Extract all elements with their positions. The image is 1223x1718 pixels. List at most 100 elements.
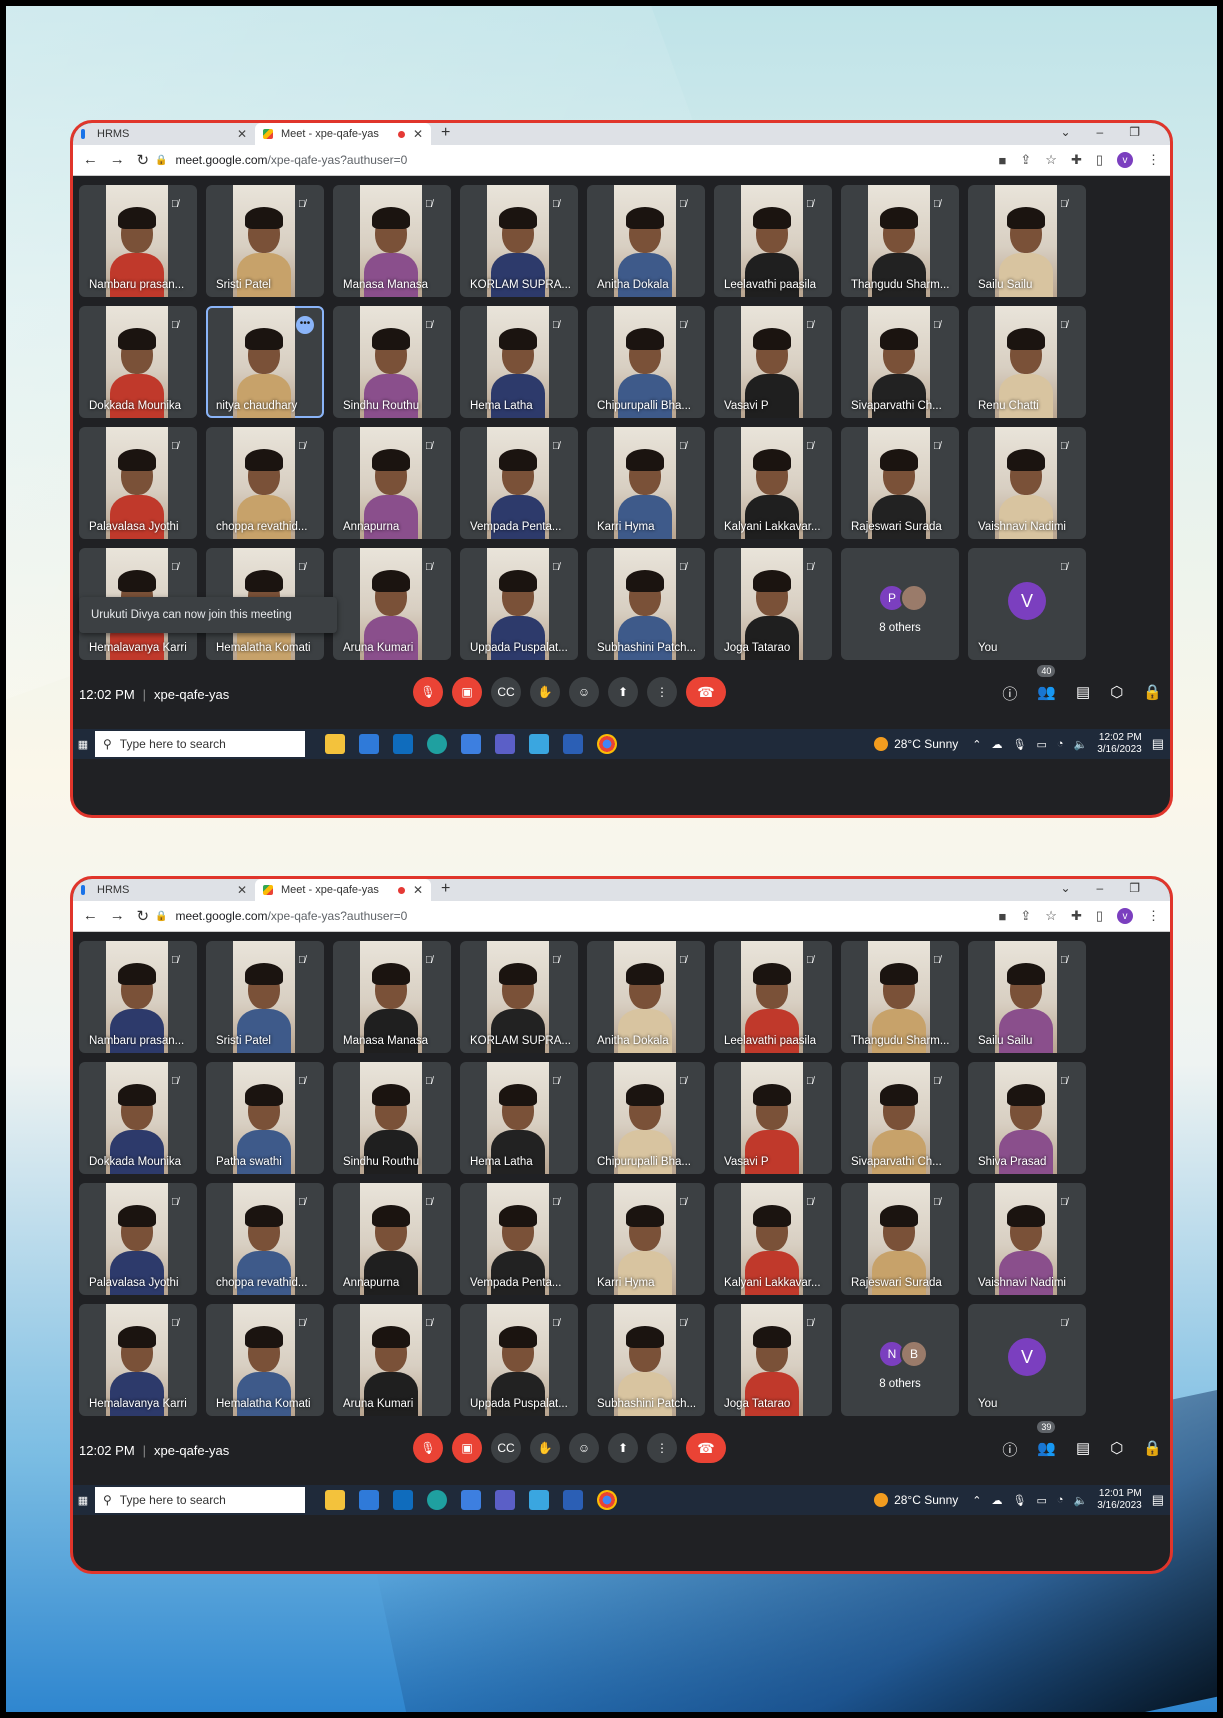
taskbar-search[interactable]: ⚲ Type here to search [95,731,305,757]
participant-tile[interactable]: 🎙̸ Uppada Puspalat... [460,1304,578,1416]
star-icon[interactable]: ☆ [1045,908,1057,924]
info-icon[interactable]: ⓘ [1002,683,1017,704]
participant-tile[interactable]: 🎙̸ Sivaparvathi Ch... [841,306,959,418]
chat-icon[interactable]: ▤ [1076,1439,1090,1460]
taskbar-clock[interactable]: 12:02 PM 3/16/2023 [1097,732,1142,756]
participant-tile[interactable]: 🎙̸ Rajeswari Surada [841,1183,959,1295]
tab-meet[interactable]: Meet - xpe-qafe-yas ✕ [255,879,431,901]
battery-icon[interactable]: ▭ [1036,1494,1046,1507]
participant-tile[interactable]: 🎙̸ Hemalatha Komati [206,1304,324,1416]
battery-icon[interactable]: ▭ [1036,738,1046,751]
wifi-icon[interactable] [529,734,549,754]
outlook-icon[interactable] [393,1490,413,1510]
camera-off-button[interactable]: ▣ [452,1433,482,1463]
participant-tile[interactable]: 🎙̸ Joga Tatarao [714,548,832,660]
chevron-up-icon[interactable]: ⌃ [972,1494,981,1507]
participant-tile[interactable]: 🎙̸ Palavalasa Jyothi [79,1183,197,1295]
file-explorer-icon[interactable] [325,734,345,754]
chevron-up-icon[interactable]: ⌃ [972,738,981,751]
participant-tile[interactable]: 🎙̸ Sristi Patel [206,941,324,1053]
participant-tile[interactable]: 🎙̸ Subhashini Patch... [587,548,705,660]
edge-icon[interactable] [427,734,447,754]
chat-icon[interactable]: ▤ [1076,683,1090,704]
self-tile[interactable]: 🎙̸ V You [968,548,1086,660]
minimize-icon[interactable]: – [1097,125,1104,139]
weather-widget[interactable]: 28°C Sunny [874,737,958,751]
onedrive-icon[interactable]: ☁ [991,1494,1002,1507]
participant-tile[interactable]: 🎙̸ Thangudu Sharm... [841,941,959,1053]
chevron-down-icon[interactable]: ⌄ [1060,881,1070,895]
mic-off-button[interactable]: 🎙 [413,1433,443,1463]
host-controls-icon[interactable]: 🔒 [1143,1439,1162,1460]
participant-tile[interactable]: 🎙̸ Rajeswari Surada [841,427,959,539]
participant-tile[interactable]: 🎙̸ Renu Chatti [968,306,1086,418]
file-explorer-icon[interactable] [325,1490,345,1510]
captions-button[interactable]: CC [491,677,521,707]
participant-tile[interactable]: 🎙̸ Kalyani Lakkavar... [714,427,832,539]
host-controls-icon[interactable]: 🔒 [1143,683,1162,704]
sidepanel-icon[interactable]: ▯ [1096,152,1103,168]
extensions-icon[interactable]: ✚ [1071,908,1082,924]
url-field[interactable]: 🔒 meet.google.com/xpe-qafe-yas?authuser=… [155,909,999,923]
word-icon[interactable] [563,1490,583,1510]
participant-tile[interactable]: 🎙̸ Aruna Kumari [333,1304,451,1416]
participant-tile[interactable]: 🎙̸ Karri Hyma [587,1183,705,1295]
mail-icon[interactable] [359,734,379,754]
people-button[interactable]: 40 👥 [1037,665,1056,704]
participant-tile[interactable]: 🎙̸ choppa revathid... [206,1183,324,1295]
emoji-button[interactable]: ☺ [569,1433,599,1463]
self-tile[interactable]: 🎙̸ V You [968,1304,1086,1416]
weather-widget[interactable]: 28°C Sunny [874,1493,958,1507]
participant-tile[interactable]: 🎙̸ Joga Tatarao [714,1304,832,1416]
activities-icon[interactable]: ⬡ [1110,683,1123,704]
wifi-icon[interactable] [529,1490,549,1510]
close-tab-icon[interactable]: ✕ [237,883,247,897]
mic-icon[interactable]: 🎙 [1012,738,1026,751]
reload-icon[interactable]: ↻ [136,151,149,169]
participant-tile[interactable]: 🎙̸ Uppada Puspalat... [460,548,578,660]
participant-tile[interactable]: ••• nitya chaudhary [206,306,324,418]
extensions-icon[interactable]: ✚ [1071,152,1082,168]
participant-tile[interactable]: 🎙̸ Aruna Kumari [333,548,451,660]
word-icon[interactable] [563,734,583,754]
emoji-button[interactable]: ☺ [569,677,599,707]
profile-avatar[interactable]: v [1117,908,1133,924]
participant-tile[interactable]: 🎙̸ Anitha Dokala [587,941,705,1053]
participant-tile[interactable]: 🎙̸ Sailu Sailu [968,185,1086,297]
mail-icon[interactable] [359,1490,379,1510]
participant-tile[interactable]: 🎙̸ choppa revathid... [206,427,324,539]
participant-tile[interactable]: 🎙̸ Manasa Manasa [333,185,451,297]
menu-icon[interactable]: ⋮ [1147,152,1160,168]
participant-tile[interactable]: 🎙̸ Vempada Penta... [460,1183,578,1295]
participant-tile[interactable]: 🎙̸ Vasavi P [714,306,832,418]
participant-tile[interactable]: 🎙̸ Annapurna [333,1183,451,1295]
participant-tile[interactable]: 🎙̸ KORLAM SUPRA... [460,185,578,297]
captions-button[interactable]: CC [491,1433,521,1463]
notification-icon[interactable]: ▤ [1152,736,1164,752]
chrome-icon[interactable] [597,734,617,754]
tab-meet[interactable]: Meet - xpe-qafe-yas ✕ [255,123,431,145]
edge-icon[interactable] [427,1490,447,1510]
url-field[interactable]: 🔒 meet.google.com/xpe-qafe-yas?authuser=… [155,153,999,167]
chevron-down-icon[interactable]: ⌄ [1060,125,1070,139]
participant-tile[interactable]: 🎙̸ Shiva Prasad [968,1062,1086,1174]
share-icon[interactable]: ⇪ [1020,152,1031,168]
network-icon[interactable]: ◔ [1057,738,1064,751]
participant-tile[interactable]: 🎙̸ Karri Hyma [587,427,705,539]
sidepanel-icon[interactable]: ▯ [1096,908,1103,924]
leave-call-button[interactable]: ☎ [686,677,726,707]
participant-tile[interactable]: 🎙̸ Vaishnavi Nadimi [968,1183,1086,1295]
tab-hrms[interactable]: HRMS ✕ [73,123,255,145]
camera-icon[interactable]: ■ [999,153,1007,168]
participant-tile[interactable]: 🎙̸ Chipurupalli Bha... [587,1062,705,1174]
participant-tile[interactable]: 🎙̸ Sivaparvathi Ch... [841,1062,959,1174]
new-tab-icon[interactable]: + [441,880,450,898]
participant-tile[interactable]: 🎙̸ Vasavi P [714,1062,832,1174]
participant-tile[interactable]: 🎙̸ Manasa Manasa [333,941,451,1053]
participant-tile[interactable]: 🎙̸ Leelavathi paasila [714,185,832,297]
participant-tile[interactable]: 🎙̸ Hema Latha [460,306,578,418]
participant-tile[interactable]: 🎙̸ Patha swathi [206,1062,324,1174]
windows-start-icon[interactable]: ▦ [73,738,93,751]
forward-icon[interactable]: → [110,907,125,925]
close-tab-icon[interactable]: ✕ [413,883,423,897]
